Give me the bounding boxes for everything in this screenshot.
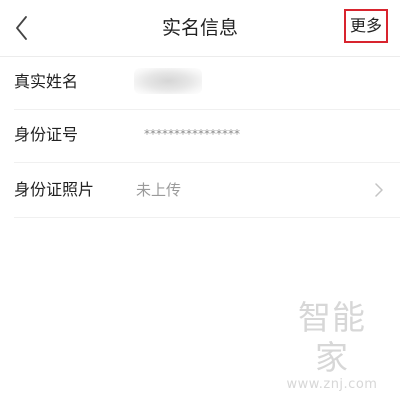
more-button[interactable]: 更多 bbox=[344, 9, 388, 43]
row-id-photo[interactable]: 身份证照片 未上传 bbox=[14, 163, 400, 218]
id-number-label: 身份证号 bbox=[14, 125, 79, 144]
real-name-value-blurred bbox=[134, 68, 202, 94]
id-photo-status: 未上传 bbox=[136, 181, 182, 199]
nav-bar: 实名信息 更多 bbox=[0, 0, 400, 57]
real-name-label: 真实姓名 bbox=[14, 72, 79, 91]
watermark-logo: 智能家 bbox=[298, 298, 366, 377]
row-real-name: 真实姓名 bbox=[14, 57, 400, 110]
watermark-url: www.znj.com bbox=[286, 377, 378, 392]
chevron-right-icon bbox=[374, 182, 384, 198]
id-photo-label: 身份证照片 bbox=[14, 180, 95, 199]
row-id-number: 身份证号 **************** bbox=[14, 110, 400, 163]
page-title: 实名信息 bbox=[161, 17, 238, 39]
id-number-value: **************** bbox=[144, 127, 240, 141]
watermark: 智能家 www.znj.com bbox=[282, 298, 382, 392]
